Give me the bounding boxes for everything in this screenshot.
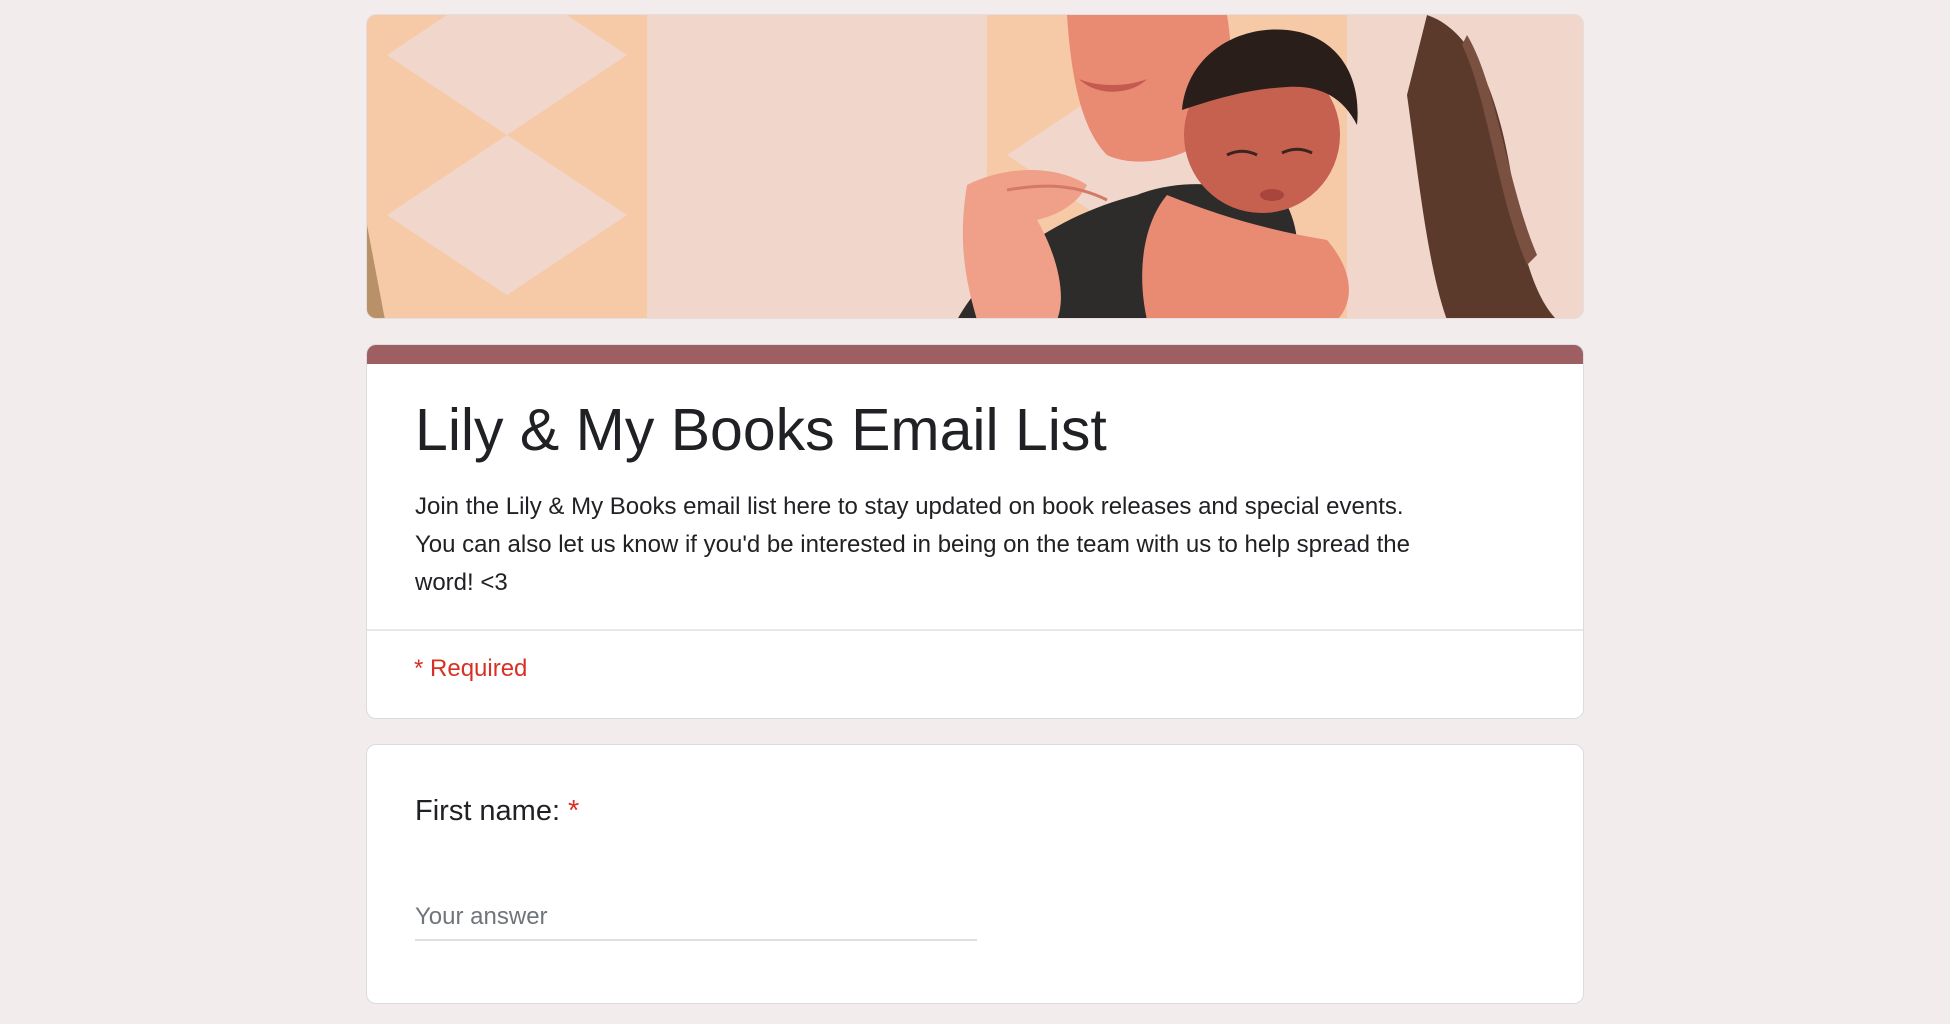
first-name-input[interactable] [415, 895, 977, 941]
form-description: Join the Lily & My Books email list here… [415, 493, 1411, 596]
question-card-first-name: First name: * [366, 744, 1584, 1004]
required-asterisk: * [568, 795, 580, 827]
question-label: First name: * [415, 795, 579, 828]
accent-bar [367, 345, 1583, 364]
section-divider [367, 629, 1583, 631]
question-label-text: First name: [415, 795, 561, 827]
form-title: Lily & My Books Email List [415, 397, 1107, 463]
required-note: * Required [414, 655, 528, 682]
banner-illustration-icon [367, 15, 1583, 318]
form-header-card: Lily & My Books Email List Join the Lily… [366, 344, 1584, 719]
form-page: Lily & My Books Email List Join the Lily… [0, 0, 1950, 1024]
header-banner [366, 14, 1584, 319]
form-column: Lily & My Books Email List Join the Lily… [366, 14, 1584, 1004]
